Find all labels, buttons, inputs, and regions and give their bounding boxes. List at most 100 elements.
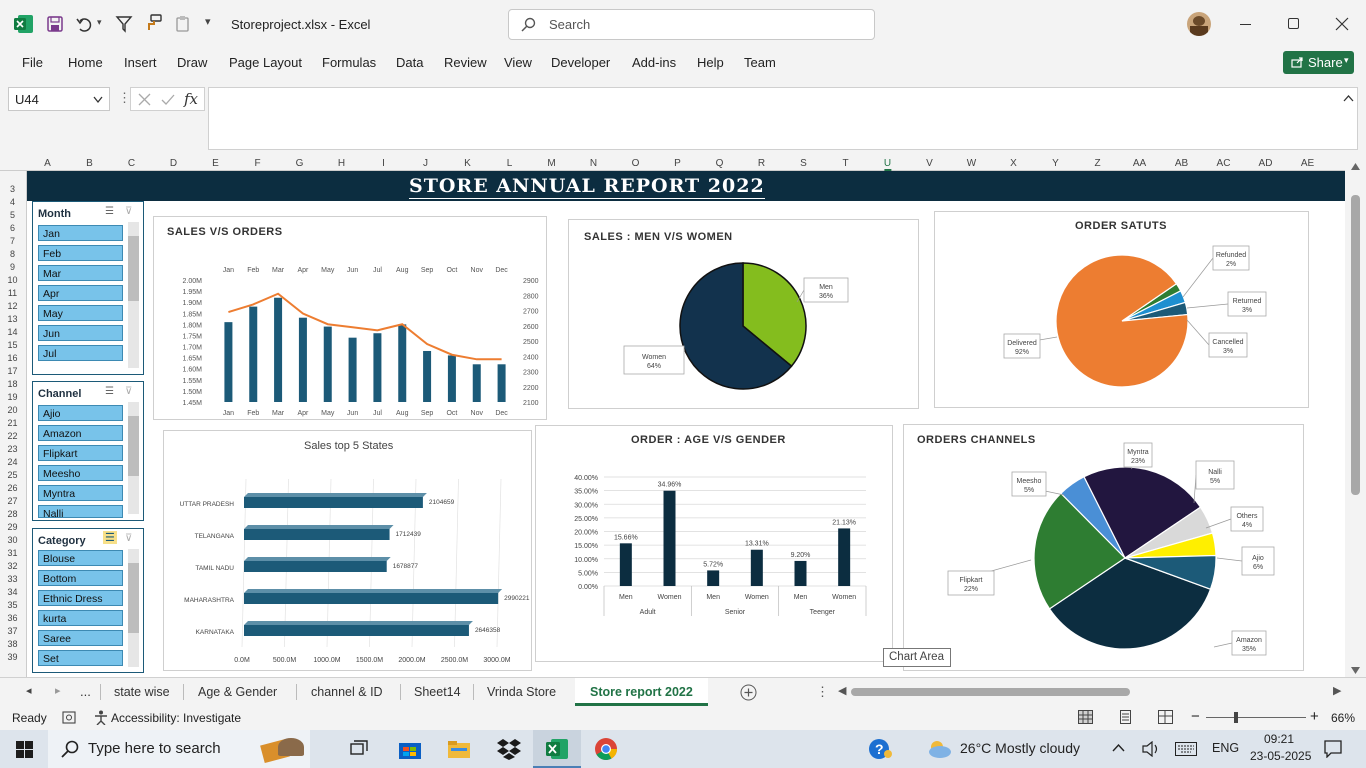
top-states-chart[interactable]: Sales top 5 States 0.0M 500.0M 1000.0M 1500… [163,430,532,671]
column-header-o[interactable]: O [632,158,640,169]
tab-state-wise[interactable]: state wise [114,685,170,699]
column-header-y[interactable]: Y [1052,158,1059,169]
column-header-g[interactable]: G [296,158,304,169]
column-header-ac[interactable]: AC [1217,158,1231,169]
clear-filter-icon[interactable]: ⊽ [125,386,132,397]
scroll-up-icon[interactable] [1351,163,1360,170]
slicer-item-nalli[interactable]: Nalli [38,505,123,520]
format-painter-icon[interactable] [145,14,163,32]
row-header-13[interactable]: 13 [0,314,25,324]
vertical-scrollbar[interactable] [1345,157,1366,677]
undo-icon[interactable] [75,15,93,33]
category-slicer[interactable]: Category ☰ ⊽ Blouse Bottom Ethnic Dress … [32,528,144,673]
column-header-m[interactable]: M [547,158,555,169]
search-highlight-icon[interactable] [260,734,308,764]
microsoft-store-icon[interactable] [398,738,422,760]
row-header-11[interactable]: 11 [0,288,25,298]
prev-sheet-icon[interactable]: ◂ [26,684,32,697]
slicer-item-jul[interactable]: Jul [38,345,123,361]
scroll-thumb[interactable] [851,688,1130,696]
row-header-27[interactable]: 27 [0,496,25,506]
tab-vrinda-store[interactable]: Vrinda Store [487,685,556,699]
row-header-37[interactable]: 37 [0,626,25,636]
tab-team[interactable]: Team [744,55,776,70]
sales-vs-orders-chart[interactable]: SALES V/S ORDERS 2.00M 1.95M 1.90M 1.85M 1.8… [153,216,547,420]
row-header-26[interactable]: 26 [0,483,25,493]
row-header-34[interactable]: 34 [0,587,25,597]
row-header-31[interactable]: 31 [0,548,25,558]
month-slicer[interactable]: Month ☰ ⊽ Jan Feb Mar Apr May Jun Jul [32,201,144,375]
column-header-x[interactable]: X [1010,158,1017,169]
multi-select-icon[interactable]: ☰ [105,206,114,217]
tab-add-ins[interactable]: Add-ins [632,55,676,70]
column-header-n[interactable]: N [590,158,597,169]
slicer-item-jun[interactable]: Jun [38,325,123,341]
language-indicator[interactable]: ENG [1212,741,1239,755]
taskbar-excel[interactable] [533,730,581,768]
multi-select-icon[interactable]: ☰ [105,386,114,397]
tab-store-report-2022[interactable]: Store report 2022 [575,678,708,706]
more-options-icon[interactable]: ⋮ [816,684,829,700]
row-header-36[interactable]: 36 [0,613,25,623]
column-header-c[interactable]: C [128,158,135,169]
row-header-3[interactable]: 3 [0,184,25,194]
column-header-h[interactable]: H [338,158,345,169]
channel-slicer[interactable]: Channel ☰ ⊽ Ajio Amazon Flipkart Meesho … [32,381,144,521]
slicer-scrollbar[interactable] [128,549,139,667]
row-header-15[interactable]: 15 [0,340,25,350]
row-headers[interactable]: 3 4 5 6 7 8 9 10 11 12 13 14 15 16 17 18 19 20 21 22 23 24 25 2… [0,171,27,677]
tab-channel-id[interactable]: channel & ID [311,685,383,699]
zoom-slider[interactable] [1206,717,1306,718]
tab-age-gender[interactable]: Age & Gender [198,685,277,699]
row-header-25[interactable]: 25 [0,470,25,480]
normal-view-icon[interactable] [1078,710,1093,724]
row-header-8[interactable]: 8 [0,249,25,259]
tab-sheet14[interactable]: Sheet14 [414,685,461,699]
slicer-item-meesho[interactable]: Meesho [38,465,123,481]
customize-qat-icon[interactable]: ▾ [205,15,211,28]
add-sheet-icon[interactable] [740,684,757,701]
column-header-i[interactable]: I [382,158,385,169]
men-vs-women-chart[interactable]: SALES : MEN V/S WOMEN Men 36% Women 64% [568,219,919,409]
row-header-20[interactable]: 20 [0,405,25,415]
clear-filter-icon[interactable]: ⊽ [125,533,132,544]
column-header-p[interactable]: P [674,158,681,169]
volume-icon[interactable] [1142,741,1160,757]
row-header-21[interactable]: 21 [0,418,25,428]
more-sheets[interactable]: ... [80,684,91,699]
tab-data[interactable]: Data [396,55,423,70]
taskbar-search[interactable]: Type here to search [48,730,310,768]
enter-check-icon[interactable] [161,93,175,106]
row-header-28[interactable]: 28 [0,509,25,519]
show-hidden-icons-icon[interactable] [1112,744,1125,752]
row-header-18[interactable]: 18 [0,379,25,389]
column-header-l[interactable]: L [507,158,513,169]
column-header-s[interactable]: S [800,158,807,169]
windows-start-icon[interactable] [16,741,33,758]
close-icon[interactable] [1335,17,1349,31]
column-header-f[interactable]: F [254,158,260,169]
slicer-item-feb[interactable]: Feb [38,245,123,261]
clock-date[interactable]: 23-05-2025 [1250,749,1311,763]
order-status-chart[interactable]: ORDER SATUTS Delivered 92% Refunded 2% Retur… [934,211,1309,408]
weather-cloud-icon[interactable] [925,739,953,759]
page-layout-view-icon[interactable] [1118,710,1133,724]
filter-icon[interactable] [115,15,133,33]
row-header-23[interactable]: 23 [0,444,25,454]
slicer-item-myntra[interactable]: Myntra [38,485,123,501]
column-header-q[interactable]: Q [716,158,724,169]
age-vs-gender-chart[interactable]: ORDER : AGE V/S GENDER 40.00% 35.00% 30.00… [535,425,893,662]
column-headers[interactable]: A B C D E F G H I J K L M N O P Q R S T U V W X Y Z AA AB AC AD AE [0,157,1345,171]
slicer-item-bottom[interactable]: Bottom [38,570,123,586]
orders-channels-chart[interactable]: ORDERS CHANNELS Amazon 35% Flipkart 22% Mees… [903,424,1304,671]
row-header-38[interactable]: 38 [0,639,25,649]
column-header-b[interactable]: B [86,158,93,169]
slicer-scrollbar[interactable] [128,402,139,514]
row-header-35[interactable]: 35 [0,600,25,610]
weather-text[interactable]: 26°C Mostly cloudy [960,740,1080,756]
page-break-view-icon[interactable] [1158,710,1173,724]
scroll-left-icon[interactable]: ◀ [838,684,846,697]
accessibility-status[interactable]: Accessibility: Investigate [111,711,241,725]
row-header-19[interactable]: 19 [0,392,25,402]
row-header-17[interactable]: 17 [0,366,25,376]
